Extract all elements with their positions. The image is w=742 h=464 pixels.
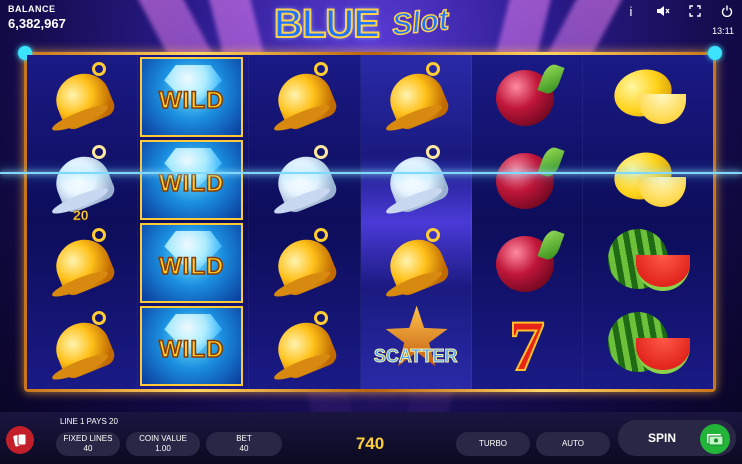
bell-symbol xyxy=(249,304,359,387)
coin-value-selector[interactable]: COIN VALUE 1.00 xyxy=(126,432,200,456)
logo-script-text: Slot xyxy=(390,2,451,42)
cash-icon[interactable] xyxy=(700,424,730,454)
reel-frame: 20 WILD WILD WILD WILD SCATTER 7 xyxy=(18,46,722,392)
scatter-symbol: SCATTER xyxy=(361,304,471,387)
wild-symbol: WILD xyxy=(140,140,244,220)
bell-symbol xyxy=(361,55,471,138)
bell-symbol xyxy=(27,304,137,387)
wild-symbol: WILD xyxy=(140,306,244,386)
bell-symbol xyxy=(27,55,137,138)
logo-main-text: BLUE xyxy=(273,1,381,47)
bet-value: 40 xyxy=(239,444,249,453)
sound-off-icon[interactable] xyxy=(656,4,670,18)
bell-symbol xyxy=(361,138,471,221)
reel-3 xyxy=(249,55,361,389)
wild-label: WILD xyxy=(158,169,225,198)
info-icon[interactable]: i xyxy=(624,4,638,19)
reel-5: 7 xyxy=(471,55,583,389)
line-win-multiplier: 20 xyxy=(73,207,89,224)
reel-1: 20 xyxy=(27,55,139,389)
bet-selector[interactable]: BET 40 xyxy=(206,432,282,456)
coin-value-label: COIN VALUE xyxy=(139,434,187,443)
reel-2: WILD WILD WILD WILD xyxy=(138,55,250,389)
balance-display: BALANCE 6,382,967 xyxy=(8,4,66,31)
power-icon[interactable] xyxy=(720,4,734,18)
bell-symbol xyxy=(249,138,359,221)
fixed-lines-value: 40 xyxy=(83,444,93,453)
wild-label: WILD xyxy=(158,252,225,281)
auto-label: AUTO xyxy=(561,439,585,448)
top-icons: i xyxy=(624,4,734,19)
turbo-button[interactable]: TURBO xyxy=(456,432,530,456)
spin-label: SPIN xyxy=(648,431,677,445)
winning-payline xyxy=(0,172,742,174)
win-amount: 740 xyxy=(355,434,385,453)
seven-symbol: 7 xyxy=(508,305,546,386)
bet-label: BET xyxy=(236,434,252,443)
balance-value: 6,382,967 xyxy=(8,16,66,31)
lemon-symbol xyxy=(583,55,713,138)
turbo-label: TURBO xyxy=(479,439,507,448)
wild-label: WILD xyxy=(158,86,225,115)
fixed-lines-display: FIXED LINES 40 xyxy=(56,432,120,456)
bell-symbol xyxy=(249,55,359,138)
game-logo: BLUE Slot xyxy=(270,1,475,47)
bell-symbol xyxy=(361,221,471,304)
reel-grid: 20 WILD WILD WILD WILD SCATTER 7 xyxy=(27,55,713,389)
reel-4: SCATTER xyxy=(360,55,472,389)
fixed-lines-label: FIXED LINES xyxy=(63,434,113,443)
lemon-symbol xyxy=(583,138,713,221)
clock: 13:11 xyxy=(712,26,734,36)
balance-label: BALANCE xyxy=(8,4,56,14)
top-bar: BALANCE 6,382,967 BLUE Slot i 13:11 xyxy=(0,0,742,52)
reel-6 xyxy=(582,55,713,389)
bell-symbol xyxy=(27,221,137,304)
bell-symbol xyxy=(249,221,359,304)
coin-value-value: 1.00 xyxy=(155,444,171,453)
wild-label: WILD xyxy=(158,335,225,364)
watermelon-symbol xyxy=(583,221,713,304)
line-win-info: LINE 1 PAYS 20 xyxy=(60,417,118,426)
paytable-cards-icon[interactable] xyxy=(6,426,34,454)
fullscreen-icon[interactable] xyxy=(688,4,702,18)
wild-symbol: WILD xyxy=(140,223,244,303)
watermelon-symbol xyxy=(583,304,713,387)
plum-symbol xyxy=(472,221,582,304)
auto-button[interactable]: AUTO xyxy=(536,432,610,456)
scatter-label: SCATTER xyxy=(373,345,458,366)
wild-symbol: WILD xyxy=(140,57,244,137)
plum-symbol xyxy=(472,55,582,138)
plum-symbol xyxy=(472,138,582,221)
